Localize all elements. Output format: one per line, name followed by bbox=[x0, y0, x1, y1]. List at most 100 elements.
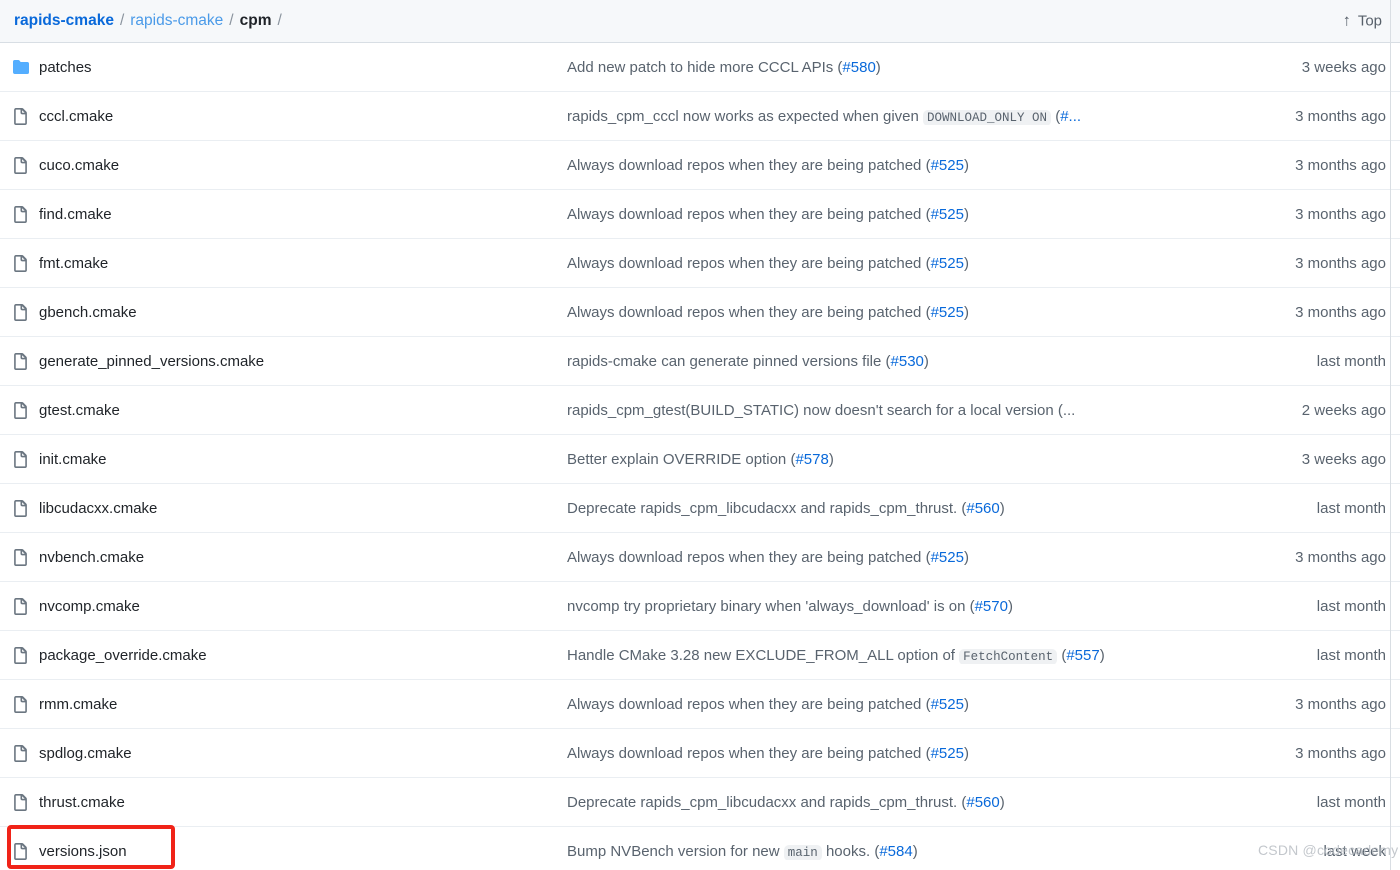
file-row[interactable]: cuco.cmake Always download repos when the… bbox=[0, 141, 1400, 190]
pull-request-link[interactable]: #580 bbox=[842, 59, 875, 76]
pull-request-link[interactable]: #525 bbox=[931, 696, 964, 713]
file-name-link[interactable]: thrust.cmake bbox=[39, 794, 567, 811]
file-row[interactable]: cccl.cmake rapids_cpm_cccl now works as e… bbox=[0, 92, 1400, 141]
commit-message[interactable]: Bump NVBench version for new main hooks.… bbox=[567, 843, 1200, 860]
commit-timestamp: 3 months ago bbox=[1295, 744, 1386, 762]
file-name-link[interactable]: spdlog.cmake bbox=[39, 745, 567, 762]
file-row[interactable]: spdlog.cmake Always download repos when t… bbox=[0, 729, 1400, 778]
commit-timestamp: last month bbox=[1316, 597, 1386, 615]
file-list-header: rapids-cmake / rapids-cmake / cpm / ↑ To… bbox=[0, 0, 1400, 43]
commit-message[interactable]: Always download repos when they are bein… bbox=[567, 157, 1200, 174]
commit-timestamp: last month bbox=[1316, 646, 1386, 664]
commit-message[interactable]: Handle CMake 3.28 new EXCLUDE_FROM_ALL o… bbox=[567, 647, 1200, 664]
pull-request-link[interactable]: #525 bbox=[931, 255, 964, 272]
file-icon bbox=[0, 352, 39, 370]
scroll-to-top-label: Top bbox=[1357, 12, 1382, 30]
github-file-browser: rapids-cmake / rapids-cmake / cpm / ↑ To… bbox=[0, 0, 1400, 870]
file-name-link[interactable]: generate_pinned_versions.cmake bbox=[39, 353, 567, 370]
breadcrumb-root[interactable]: rapids-cmake bbox=[14, 13, 114, 29]
file-name-link[interactable]: cuco.cmake bbox=[39, 157, 567, 174]
file-name-link[interactable]: nvbench.cmake bbox=[39, 549, 567, 566]
file-row[interactable]: nvbench.cmake Always download repos when … bbox=[0, 533, 1400, 582]
file-row[interactable]: package_override.cmake Handle CMake 3.28 … bbox=[0, 631, 1400, 680]
file-name-link[interactable]: nvcomp.cmake bbox=[39, 598, 567, 615]
file-icon bbox=[0, 793, 39, 811]
file-name-link[interactable]: libcudacxx.cmake bbox=[39, 500, 567, 517]
scroll-to-top-link[interactable]: ↑ Top bbox=[1343, 13, 1382, 30]
file-icon bbox=[0, 205, 39, 223]
file-name-link[interactable]: rmm.cmake bbox=[39, 696, 567, 713]
file-row[interactable]: rmm.cmake Always download repos when they… bbox=[0, 680, 1400, 729]
commit-message[interactable]: Always download repos when they are bein… bbox=[567, 304, 1200, 321]
commit-message-text: ) bbox=[923, 352, 929, 370]
commit-message[interactable]: Better explain OVERRIDE option (#578) bbox=[567, 451, 1200, 468]
file-row[interactable]: libcudacxx.cmake Deprecate rapids_cpm_lib… bbox=[0, 484, 1400, 533]
commit-message[interactable]: Always download repos when they are bein… bbox=[567, 206, 1200, 223]
file-icon bbox=[0, 695, 39, 713]
commit-message-text: Add new patch to hide more CCCL APIs ( bbox=[567, 58, 843, 76]
commit-timestamp: last week bbox=[1323, 842, 1386, 860]
file-row[interactable]: generate_pinned_versions.cmake rapids-cma… bbox=[0, 337, 1400, 386]
commit-message[interactable]: Always download repos when they are bein… bbox=[567, 255, 1200, 272]
file-row[interactable]: gtest.cmake rapids_cpm_gtest(BUILD_STATIC… bbox=[0, 386, 1400, 435]
commit-timestamp: 3 weeks ago bbox=[1301, 58, 1386, 76]
file-icon bbox=[0, 499, 39, 517]
commit-message-text: Deprecate rapids_cpm_libcudacxx and rapi… bbox=[567, 499, 967, 517]
commit-message[interactable]: Always download repos when they are bein… bbox=[567, 549, 1200, 566]
file-name-link[interactable]: gbench.cmake bbox=[39, 304, 567, 321]
commit-message-text: hooks. ( bbox=[821, 842, 880, 860]
file-row[interactable]: thrust.cmake Deprecate rapids_cpm_libcuda… bbox=[0, 778, 1400, 827]
pull-request-link[interactable]: #560 bbox=[966, 794, 999, 811]
file-name-link[interactable]: versions.json bbox=[39, 843, 567, 860]
pull-request-link[interactable]: #557 bbox=[1066, 647, 1099, 664]
commit-message-text: Handle CMake 3.28 new EXCLUDE_FROM_ALL o… bbox=[567, 646, 960, 664]
commit-message[interactable]: Always download repos when they are bein… bbox=[567, 696, 1200, 713]
commit-timestamp: last month bbox=[1316, 793, 1386, 811]
pull-request-link[interactable]: #578 bbox=[795, 451, 828, 468]
file-icon bbox=[0, 156, 39, 174]
pull-request-link[interactable]: #525 bbox=[931, 304, 964, 321]
commit-message[interactable]: Deprecate rapids_cpm_libcudacxx and rapi… bbox=[567, 794, 1200, 811]
file-row[interactable]: patches Add new patch to hide more CCCL A… bbox=[0, 43, 1400, 92]
commit-message[interactable]: nvcomp try proprietary binary when 'alwa… bbox=[567, 598, 1200, 615]
pull-request-link[interactable]: #530 bbox=[891, 353, 924, 370]
file-name-link[interactable]: package_override.cmake bbox=[39, 647, 567, 664]
breadcrumb: rapids-cmake / rapids-cmake / cpm / bbox=[14, 13, 288, 29]
file-row[interactable]: nvcomp.cmake nvcomp try proprietary binar… bbox=[0, 582, 1400, 631]
file-name-link[interactable]: find.cmake bbox=[39, 206, 567, 223]
file-name-link[interactable]: cccl.cmake bbox=[39, 108, 567, 125]
pull-request-link[interactable]: #570 bbox=[975, 598, 1008, 615]
commit-message[interactable]: Deprecate rapids_cpm_libcudacxx and rapi… bbox=[567, 500, 1200, 517]
commit-message-text: ) bbox=[963, 156, 969, 174]
file-row[interactable]: find.cmake Always download repos when the… bbox=[0, 190, 1400, 239]
pull-request-link[interactable]: #525 bbox=[931, 549, 964, 566]
inline-code: FetchContent bbox=[959, 648, 1058, 664]
pull-request-link[interactable]: #525 bbox=[931, 157, 964, 174]
commit-message-text: ) bbox=[999, 499, 1005, 517]
pull-request-link[interactable]: #525 bbox=[931, 206, 964, 223]
pull-request-link[interactable]: #584 bbox=[879, 843, 912, 860]
commit-timestamp: 3 months ago bbox=[1295, 695, 1386, 713]
file-row[interactable]: versions.json Bump NVBench version for ne… bbox=[0, 827, 1400, 870]
file-icon bbox=[0, 842, 39, 860]
file-name-link[interactable]: fmt.cmake bbox=[39, 255, 567, 272]
file-row[interactable]: fmt.cmake Always download repos when they… bbox=[0, 239, 1400, 288]
commit-timestamp: 3 months ago bbox=[1295, 303, 1386, 321]
file-row[interactable]: gbench.cmake Always download repos when t… bbox=[0, 288, 1400, 337]
commit-message-text: ) bbox=[963, 205, 969, 223]
commit-message[interactable]: rapids_cpm_cccl now works as expected wh… bbox=[567, 108, 1200, 125]
pull-request-link[interactable]: #... bbox=[1060, 108, 1081, 125]
commit-message[interactable]: rapids_cpm_gtest(BUILD_STATIC) now doesn… bbox=[567, 402, 1200, 419]
commit-message[interactable]: Add new patch to hide more CCCL APIs (#5… bbox=[567, 59, 1200, 76]
breadcrumb-repo[interactable]: rapids-cmake bbox=[130, 13, 223, 29]
file-name-link[interactable]: init.cmake bbox=[39, 451, 567, 468]
pull-request-link[interactable]: #525 bbox=[931, 745, 964, 762]
commit-message[interactable]: Always download repos when they are bein… bbox=[567, 745, 1200, 762]
file-row[interactable]: init.cmake Better explain OVERRIDE option… bbox=[0, 435, 1400, 484]
folder-name-link[interactable]: patches bbox=[39, 59, 567, 76]
commit-timestamp: 2 weeks ago bbox=[1301, 401, 1386, 419]
file-name-link[interactable]: gtest.cmake bbox=[39, 402, 567, 419]
commit-message[interactable]: rapids-cmake can generate pinned version… bbox=[567, 353, 1200, 370]
commit-message-text: ) bbox=[963, 548, 969, 566]
pull-request-link[interactable]: #560 bbox=[966, 500, 999, 517]
